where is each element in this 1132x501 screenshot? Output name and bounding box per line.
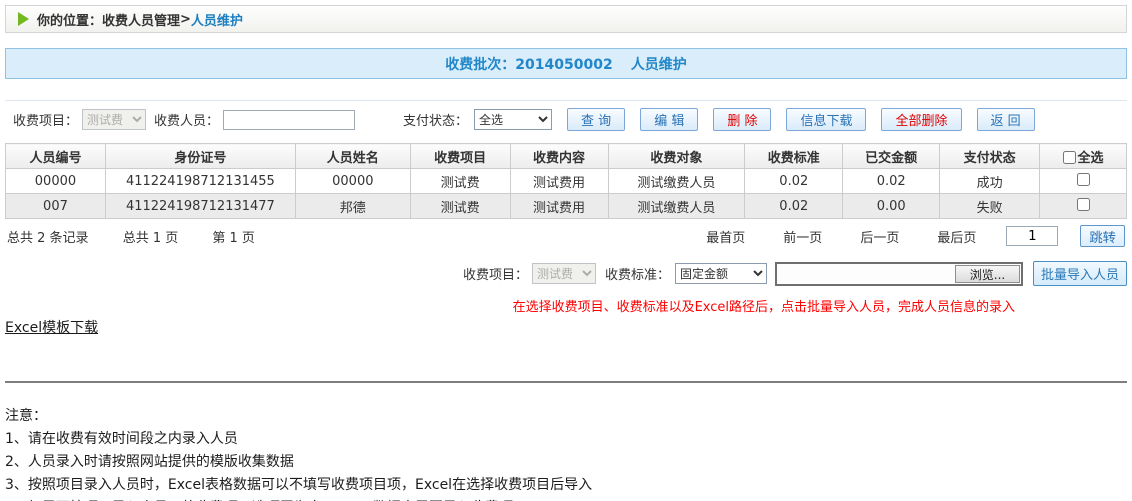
cell-pay-status: 失败 [940, 194, 1040, 219]
cell-person-name: 00000 [295, 169, 410, 194]
import-section: 收费项目： 测试费 收费标准： 固定金额 浏览... 批量导入人员 [5, 261, 1127, 286]
next-page-link[interactable]: 后一页 [860, 227, 899, 246]
fee-person-input[interactable] [223, 110, 355, 130]
person-table: 人员编号 身份证号 人员姓名 收费项目 收费内容 收费对象 收费标准 已交金额 … [5, 143, 1127, 219]
breadcrumb-prefix: 你的位置：收费人员管理 [37, 10, 180, 29]
pagination: 总共 2 条记录 总共 1 页 第 1 页 最首页 前一页 后一页 最后页 跳转 [5, 225, 1127, 247]
total-pages: 总共 1 页 [123, 231, 179, 246]
fee-person-label: 收费人员： [154, 110, 219, 129]
col-header-fee-standard: 收费标准 [745, 144, 843, 169]
cell-fee-content: 测试费用 [510, 194, 608, 219]
cell-id-card: 411224198712131455 [105, 169, 295, 194]
query-button[interactable]: 查 询 [567, 108, 625, 131]
breadcrumb-current-link[interactable]: 人员维护 [191, 10, 243, 29]
col-header-paid-amount: 已交金额 [843, 144, 940, 169]
filter-section: 收费项目： 测试费 收费人员： 支付状态： 全选 查 询 编 辑 删 除 信息下… [5, 100, 1127, 137]
file-input[interactable]: 浏览... [775, 262, 1023, 286]
edit-button[interactable]: 编 辑 [640, 108, 698, 131]
cell-select [1040, 194, 1127, 219]
cell-person-id: 007 [6, 194, 106, 219]
batch-import-button[interactable]: 批量导入人员 [1033, 261, 1127, 286]
pagination-summary: 总共 2 条记录 总共 1 页 第 1 页 [7, 227, 285, 246]
table-header-row: 人员编号 身份证号 人员姓名 收费项目 收费内容 收费对象 收费标准 已交金额 … [6, 144, 1127, 169]
row-checkbox[interactable] [1077, 173, 1090, 186]
jump-button[interactable]: 跳转 [1080, 225, 1125, 247]
current-page: 第 1 页 [212, 231, 255, 246]
notes-title: 注意： [5, 405, 1127, 428]
col-header-person-id: 人员编号 [6, 144, 106, 169]
import-hint-row: 在选择收费项目、收费标准以及Excel路径后，点击批量导入人员，完成人员信息的录… [5, 296, 1127, 315]
excel-template-link[interactable]: Excel模板下载 [5, 320, 98, 336]
page: 你的位置：收费人员管理 > 人员维护 收费批次：2014050002 人员维护 … [0, 0, 1132, 501]
select-all-label: 全选 [1078, 151, 1104, 166]
cell-fee-target: 测试缴费人员 [608, 194, 745, 219]
table-row: 007 411224198712131477 邦德 测试费 测试费用 测试缴费人… [6, 194, 1127, 219]
col-header-pay-status: 支付状态 [940, 144, 1040, 169]
batch-number-label: 收费批次：2014050002 [445, 54, 612, 74]
green-arrow-icon [18, 12, 29, 26]
cell-person-id: 00000 [6, 169, 106, 194]
note-item: 3、按照项目录入人员时，Excel表格数据可以不填写收费项目项，Excel在选择… [5, 474, 1127, 497]
page-number-input[interactable] [1006, 226, 1058, 246]
file-path-input[interactable] [777, 264, 954, 284]
import-hint: 在选择收费项目、收费标准以及Excel路径后，点击批量导入人员，完成人员信息的录… [513, 296, 1015, 315]
select-all-checkbox[interactable] [1063, 151, 1076, 164]
cell-fee-target: 测试缴费人员 [608, 169, 745, 194]
breadcrumb: 你的位置：收费人员管理 > 人员维护 [5, 5, 1127, 33]
notes-section: 注意： 1、请在收费有效时间段之内录入人员 2、人员录入时请按照网站提供的模版收… [5, 405, 1127, 501]
table-row: 00000 411224198712131455 00000 测试费 测试费用 … [6, 169, 1127, 194]
row-checkbox[interactable] [1077, 198, 1090, 211]
note-item: 2、人员录入时请按照网站提供的模版收集数据 [5, 451, 1127, 474]
cell-id-card: 411224198712131477 [105, 194, 295, 219]
col-header-fee-project: 收费项目 [410, 144, 510, 169]
delete-button[interactable]: 删 除 [713, 108, 771, 131]
delete-all-button[interactable]: 全部删除 [881, 108, 961, 131]
import-project-select[interactable]: 测试费 [532, 263, 596, 284]
cell-fee-project: 测试费 [410, 169, 510, 194]
cell-paid-amount: 0.00 [843, 194, 940, 219]
cell-select [1040, 169, 1127, 194]
col-header-id-card: 身份证号 [105, 144, 295, 169]
col-header-fee-target: 收费对象 [608, 144, 745, 169]
last-page-link[interactable]: 最后页 [937, 227, 976, 246]
fee-project-label: 收费项目： [13, 110, 78, 129]
cell-person-name: 邦德 [295, 194, 410, 219]
first-page-link[interactable]: 最首页 [706, 227, 745, 246]
divider [5, 381, 1127, 383]
breadcrumb-separator: > [180, 12, 191, 27]
cell-fee-standard: 0.02 [745, 169, 843, 194]
cell-fee-project: 测试费 [410, 194, 510, 219]
col-header-select-all: 全选 [1040, 144, 1127, 169]
cell-paid-amount: 0.02 [843, 169, 940, 194]
cell-fee-content: 测试费用 [510, 169, 608, 194]
cell-fee-standard: 0.02 [745, 194, 843, 219]
browse-button[interactable]: 浏览... [955, 265, 1020, 283]
col-header-person-name: 人员姓名 [295, 144, 410, 169]
prev-page-link[interactable]: 前一页 [783, 227, 822, 246]
note-item: 4、如果不按项目录入人员，将收费项目选项置为空，Excel数据中需要录入收费项目 [5, 497, 1127, 501]
batch-banner: 收费批次：2014050002 人员维护 [5, 48, 1127, 79]
total-records: 总共 2 条记录 [7, 231, 89, 246]
import-project-label: 收费项目： [463, 264, 528, 283]
pay-status-label: 支付状态： [403, 110, 468, 129]
col-header-fee-content: 收费内容 [510, 144, 608, 169]
cell-pay-status: 成功 [940, 169, 1040, 194]
fee-project-select[interactable]: 测试费 [82, 109, 146, 130]
back-button[interactable]: 返 回 [977, 108, 1035, 131]
import-standard-select[interactable]: 固定金额 [675, 263, 767, 284]
pay-status-select[interactable]: 全选 [474, 109, 552, 130]
import-standard-label: 收费标准： [605, 264, 670, 283]
banner-page-label: 人员维护 [631, 54, 687, 74]
note-item: 1、请在收费有效时间段之内录入人员 [5, 428, 1127, 451]
info-download-button[interactable]: 信息下载 [786, 108, 866, 131]
